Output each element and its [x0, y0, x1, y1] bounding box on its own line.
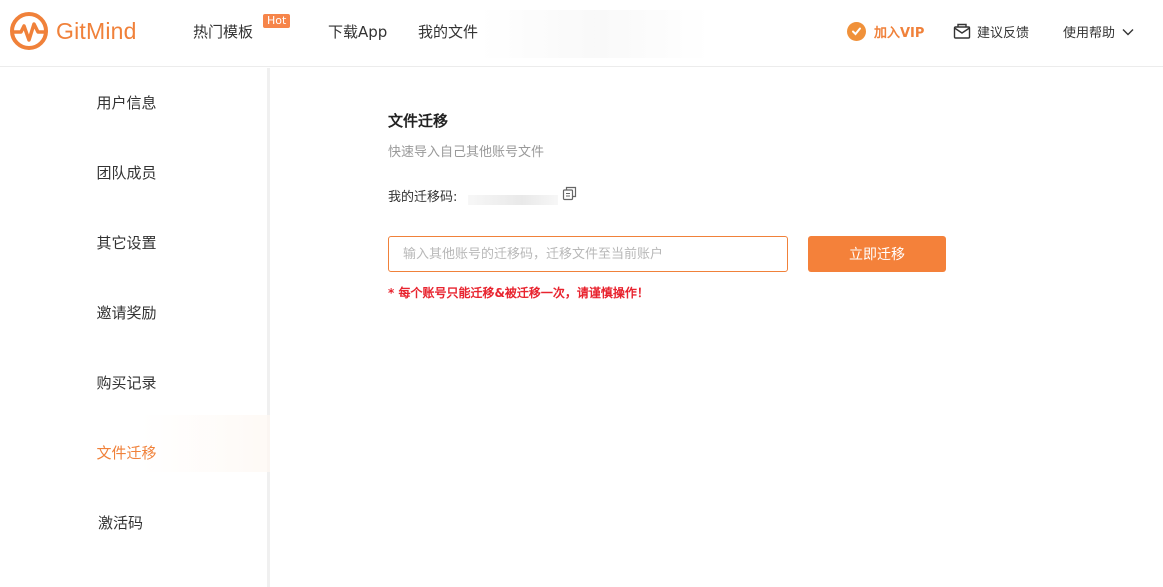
sidebar-item-label: 团队成员 — [96, 164, 157, 182]
nav-download-app[interactable]: 下载App — [328, 21, 387, 42]
page-subtitle: 快速导入自己其他账号文件 — [388, 145, 545, 160]
chevron-down-icon — [1122, 28, 1134, 35]
sidebar-item-team-members[interactable]: 团队成员 — [0, 162, 267, 184]
sidebar-item-activation-code[interactable]: 激活码 — [0, 512, 267, 534]
sidebar-item-purchase-history[interactable]: 购买记录 — [0, 372, 267, 394]
migration-warning: * 每个账号只能迁移&被迁移一次，请谨慎操作！ — [388, 286, 649, 300]
feedback-button[interactable]: 建议反馈 — [953, 22, 1029, 41]
settings-sidebar: 用户信息 团队成员 其它设置 邀请奖励 购买记录 文件迁移 激活码 — [0, 68, 270, 587]
sidebar-item-other-settings[interactable]: 其它设置 — [0, 232, 267, 254]
mail-icon — [953, 23, 971, 39]
top-navbar: GitMind 热门模板 Hot 下载App 我的文件 加入VIP 建议反馈 使… — [0, 0, 1163, 67]
migration-code-label: 我的迁移码: — [388, 190, 458, 205]
sidebar-item-label: 邀请奖励 — [96, 304, 157, 322]
migrate-now-button[interactable]: 立即迁移 — [808, 236, 946, 272]
nav-hot-templates[interactable]: 热门模板 — [193, 21, 253, 42]
hot-badge: Hot — [263, 14, 291, 28]
join-vip-button[interactable]: 加入VIP — [847, 22, 924, 41]
page-title: 文件迁移 — [388, 112, 449, 130]
vip-check-icon — [847, 22, 866, 41]
gitmind-logo-icon — [10, 12, 48, 50]
copy-icon[interactable] — [562, 186, 577, 201]
sidebar-item-label: 其它设置 — [96, 234, 157, 252]
sidebar-item-label: 用户信息 — [96, 94, 157, 112]
help-dropdown[interactable]: 使用帮助 — [1063, 22, 1134, 41]
gitmind-logo[interactable]: GitMind — [8, 10, 137, 52]
migration-code-value — [468, 195, 558, 205]
migration-code-input[interactable] — [388, 236, 788, 272]
nav-my-files[interactable]: 我的文件 — [418, 21, 478, 42]
sidebar-item-label: 文件迁移 — [96, 444, 157, 462]
sidebar-item-user-info[interactable]: 用户信息 — [0, 92, 267, 114]
logo-text: GitMind — [56, 17, 137, 44]
blurred-region — [480, 10, 710, 58]
feedback-label: 建议反馈 — [977, 26, 1030, 41]
sidebar-item-label: 激活码 — [97, 514, 143, 532]
sidebar-item-file-migration[interactable]: 文件迁移 — [0, 442, 267, 464]
sidebar-item-invite-rewards[interactable]: 邀请奖励 — [0, 302, 267, 324]
help-label: 使用帮助 — [1063, 26, 1116, 41]
join-vip-label: 加入VIP — [874, 26, 925, 41]
sidebar-item-label: 购买记录 — [96, 374, 157, 392]
